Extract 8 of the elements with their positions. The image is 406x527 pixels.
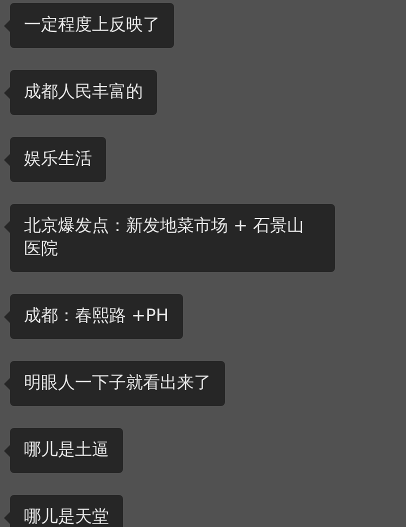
message-text: 明眼人一下子就看出来了 <box>24 373 211 393</box>
message-text: 一定程度上反映了 <box>24 15 160 35</box>
message-text: 哪儿是土逼 <box>24 440 109 460</box>
message-text: 北京爆发点：新发地菜市场 + 石景山医院 <box>24 216 304 259</box>
message-text: 娱乐生活 <box>24 149 92 169</box>
message-text: 成都：春熙路 +PH <box>24 306 169 326</box>
message-text: 哪儿是天堂 <box>24 507 109 527</box>
message-text: 成都人民丰富的 <box>24 82 143 102</box>
